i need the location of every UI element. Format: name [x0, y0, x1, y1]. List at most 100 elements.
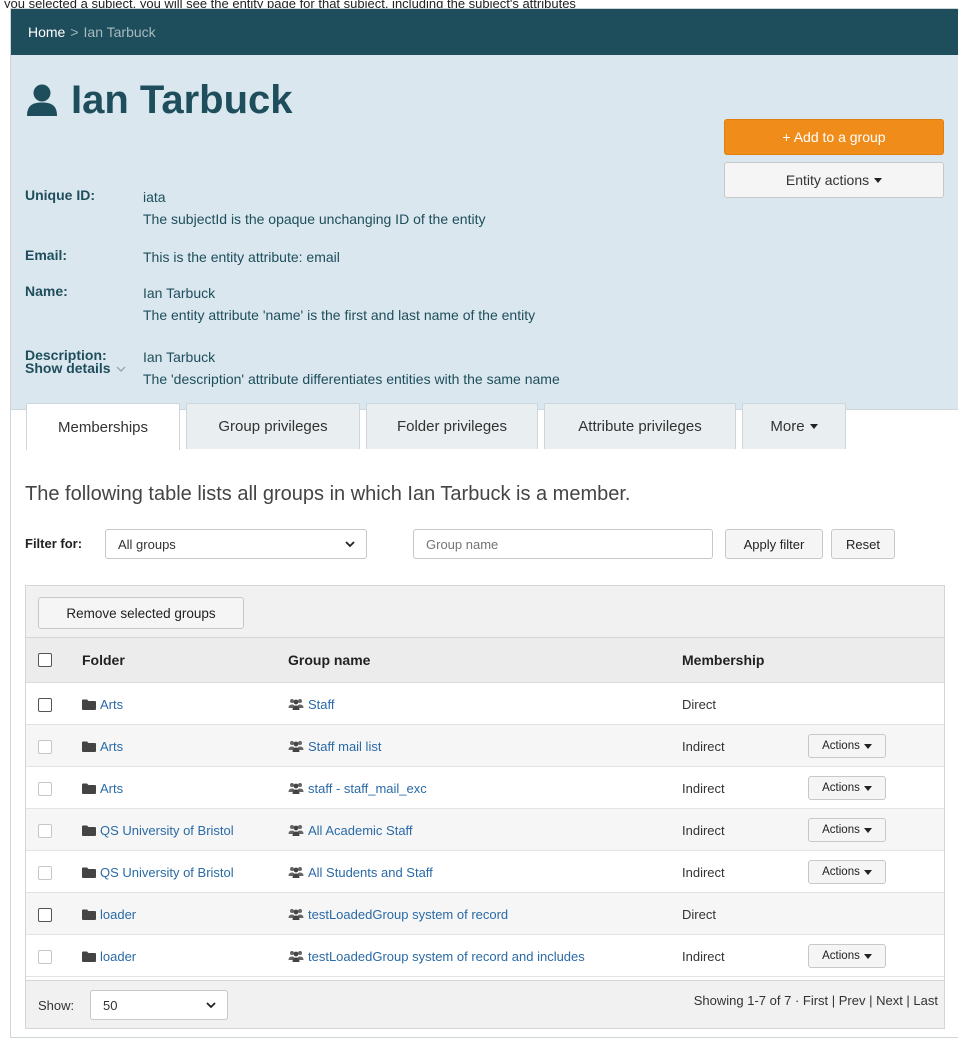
folder-link[interactable]: loader — [82, 907, 136, 922]
group-link[interactable]: testLoadedGroup system of record — [288, 907, 508, 922]
attribute-value: This is the entity attribute: email — [143, 249, 340, 265]
entity-actions-label: Entity actions — [785, 172, 870, 188]
folder-name: loader — [100, 949, 137, 964]
table-header: Folder Group name Membership — [26, 638, 944, 683]
page-title: Ian Tarbuck — [25, 75, 293, 125]
actions-label: Actions — [822, 740, 860, 752]
folder-icon — [82, 699, 96, 710]
attribute-description: The subjectId is the opaque unchanging I… — [143, 211, 486, 227]
entity-actions-button[interactable]: Entity actions — [724, 162, 944, 198]
row-checkbox[interactable] — [38, 908, 52, 922]
group-name: staff - staff_mail_exc — [308, 781, 427, 796]
group-link[interactable]: testLoadedGroup system of record and inc… — [288, 949, 585, 964]
folder-icon — [82, 867, 96, 878]
page-size-value: 50 — [103, 997, 118, 1013]
caret-down-icon — [863, 743, 872, 749]
tab-label: More — [770, 418, 805, 435]
breadcrumb-separator: > — [70, 24, 79, 40]
tab-more[interactable]: More — [742, 403, 846, 449]
table-row: loader testLoadedGroup system of record Di… — [26, 893, 944, 935]
column-header-folder: Folder — [82, 652, 125, 668]
page-size-select[interactable]: 50 — [90, 990, 228, 1020]
caret-down-icon — [863, 785, 872, 791]
group-icon — [288, 783, 304, 794]
row-checkbox[interactable] — [38, 698, 52, 712]
caret-down-icon — [863, 827, 872, 833]
remove-selected-groups-button[interactable]: Remove selected groups — [38, 597, 244, 629]
table-body: Arts Staff Direct Arts Staff mail list Indire… — [26, 683, 944, 977]
group-name: testLoadedGroup system of record — [308, 907, 509, 922]
group-name: All Academic Staff — [308, 823, 413, 838]
breadcrumb: Home > Ian Tarbuck — [11, 9, 958, 55]
memberships-table: Remove selected groups Folder Group name… — [25, 585, 945, 1029]
row-actions-button[interactable]: Actions — [808, 818, 886, 842]
group-icon — [288, 909, 304, 920]
membership-type: Indirect — [682, 739, 725, 754]
memberships-intro-text: The following table lists all groups in … — [25, 483, 631, 505]
group-name: Staff mail list — [308, 739, 382, 754]
show-details-toggle[interactable]: Show details — [25, 360, 126, 376]
filter-label: Filter for: — [25, 536, 83, 551]
tab-memberships[interactable]: Memberships — [26, 403, 180, 450]
folder-name: Arts — [100, 739, 124, 754]
folder-link[interactable]: QS University of Bristol — [82, 865, 234, 880]
filter-select-value: All groups — [118, 536, 176, 552]
row-actions-button[interactable]: Actions — [808, 944, 886, 968]
row-checkbox — [38, 740, 52, 754]
caret-down-icon — [863, 869, 872, 875]
group-name: testLoadedGroup system of record and inc… — [308, 949, 585, 964]
folder-icon — [82, 741, 96, 752]
top-snippet-text: you selected a subject, you will see the… — [4, 0, 576, 8]
group-name-input[interactable] — [413, 529, 713, 559]
entity-name: Ian Tarbuck — [71, 77, 293, 122]
folder-link[interactable]: loader — [82, 949, 136, 964]
attribute-value: Ian Tarbuck — [143, 285, 216, 301]
row-actions-button[interactable]: Actions — [808, 860, 886, 884]
membership-type: Direct — [682, 697, 716, 712]
row-checkbox — [38, 782, 52, 796]
show-label: Show: — [38, 998, 75, 1013]
folder-name: Arts — [100, 781, 124, 796]
apply-filter-button[interactable]: Apply filter — [725, 529, 823, 559]
folder-link[interactable]: Arts — [82, 739, 123, 754]
select-all-checkbox[interactable] — [38, 653, 52, 667]
tab-attribute-privileges[interactable]: Attribute privileges — [544, 403, 736, 449]
row-actions-button[interactable]: Actions — [808, 734, 886, 758]
chevron-down-icon — [345, 541, 355, 548]
group-link[interactable]: staff - staff_mail_exc — [288, 781, 427, 796]
pagination: Showing 1-7 of 7 · First | Prev | Next |… — [693, 993, 938, 1008]
tab-label: Folder privileges — [396, 418, 508, 435]
attribute-value: Ian Tarbuck — [143, 349, 216, 365]
folder-link[interactable]: QS University of Bristol — [82, 823, 234, 838]
actions-label: Actions — [822, 950, 860, 962]
folder-icon — [82, 951, 96, 962]
folder-link[interactable]: Arts — [82, 697, 123, 712]
tab-folder-privileges[interactable]: Folder privileges — [366, 403, 538, 449]
folder-name: loader — [100, 907, 137, 922]
table-row: loader testLoadedGroup system of record a… — [26, 935, 944, 977]
row-actions-button[interactable]: Actions — [808, 776, 886, 800]
tab-bar: Memberships Group privileges Folder priv… — [26, 403, 852, 450]
show-details-label: Show details — [25, 360, 111, 376]
group-icon — [288, 699, 304, 710]
column-header-group-name: Group name — [288, 652, 371, 668]
folder-icon — [82, 783, 96, 794]
folder-link[interactable]: Arts — [82, 781, 123, 796]
group-link[interactable]: All Academic Staff — [288, 823, 413, 838]
tab-group-privileges[interactable]: Group privileges — [186, 403, 360, 449]
reset-label: Reset — [846, 536, 880, 552]
attribute-description: The 'description' attribute differentiat… — [143, 371, 560, 387]
filter-select[interactable]: All groups — [105, 529, 367, 559]
tab-label: Group privileges — [218, 418, 328, 435]
folder-icon — [82, 825, 96, 836]
membership-type: Indirect — [682, 949, 725, 964]
attribute-value: iata — [143, 189, 166, 205]
add-to-group-button[interactable]: + Add to a group — [724, 119, 944, 155]
breadcrumb-home-link[interactable]: Home — [28, 24, 65, 40]
group-link[interactable]: Staff mail list — [288, 739, 381, 754]
group-link[interactable]: All Students and Staff — [288, 865, 433, 880]
reset-button[interactable]: Reset — [831, 529, 895, 559]
group-link[interactable]: Staff — [288, 697, 335, 712]
table-row: QS University of Bristol All Academic Sta… — [26, 809, 944, 851]
attribute-label: Name: — [25, 283, 68, 299]
